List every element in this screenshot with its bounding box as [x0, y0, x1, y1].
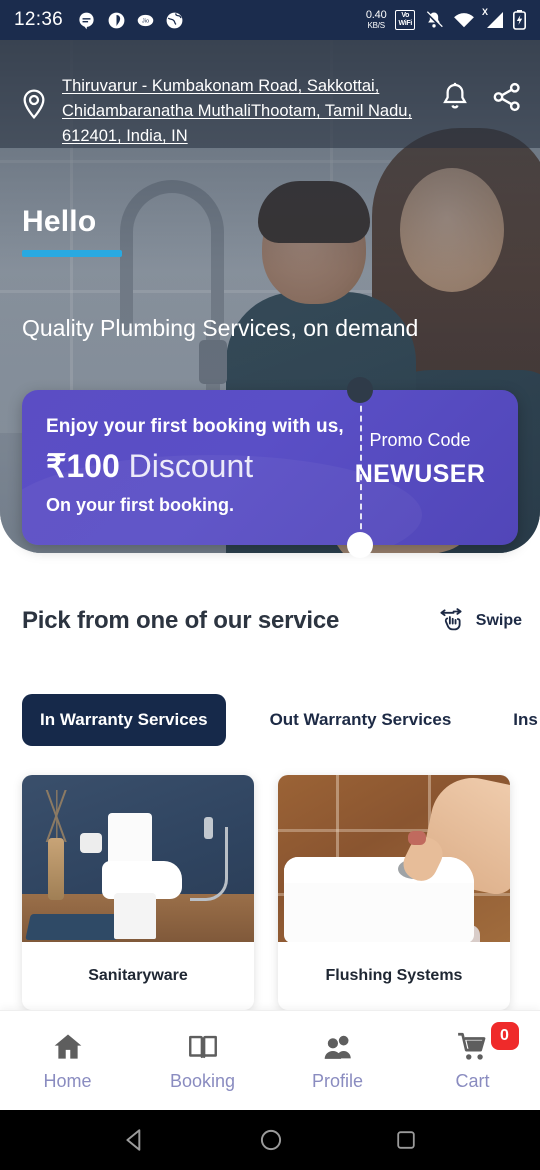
- greeting-block: Hello: [22, 205, 122, 257]
- promo-code-block: Promo Code NEWUSER: [344, 430, 496, 489]
- status-bar-clock: 12:36: [14, 9, 64, 30]
- promo-code-value[interactable]: NEWUSER: [344, 460, 496, 489]
- status-bar-notification-icons: Jio: [77, 11, 184, 30]
- service-card-title: Sanitaryware: [88, 967, 188, 984]
- promo-code-label: Promo Code: [369, 430, 471, 450]
- service-card-sanitaryware[interactable]: Sanitaryware: [22, 775, 254, 1010]
- notifications-muted-icon: [425, 11, 443, 29]
- recents-square-icon[interactable]: [394, 1128, 418, 1152]
- data-speed-value: 0.40: [365, 9, 387, 21]
- tab-installation-services[interactable]: Ins: [495, 694, 540, 746]
- back-triangle-icon[interactable]: [122, 1127, 148, 1153]
- cart-icon: [457, 1032, 485, 1060]
- bell-icon[interactable]: [438, 80, 472, 114]
- share-icon[interactable]: [490, 80, 524, 114]
- nav-item-profile[interactable]: Profile: [270, 1030, 405, 1092]
- wifi-icon: [454, 13, 474, 28]
- home-icon: [54, 1034, 81, 1059]
- location-header: Thiruvarur - Kumbakonam Road, Sakkottai,…: [0, 40, 540, 148]
- promo-amount: ₹100: [46, 448, 120, 484]
- message-icon: [79, 12, 94, 29]
- tab-out-warranty-services[interactable]: Out Warranty Services: [252, 694, 470, 746]
- battery-charging-icon: [513, 10, 526, 30]
- globe-icon: [166, 12, 183, 28]
- book-icon: [188, 1035, 217, 1058]
- bottom-navigation-bar: Home Booking Profile 0 Cart: [0, 1010, 540, 1110]
- svg-text:Jio: Jio: [142, 18, 149, 24]
- flushing-systems-image: [278, 775, 510, 942]
- service-card-title: Flushing Systems: [325, 967, 463, 984]
- service-category-tabs[interactable]: In Warranty Services Out Warranty Servic…: [22, 694, 540, 746]
- home-circle-icon[interactable]: [258, 1127, 284, 1153]
- swipe-hand-icon: [440, 608, 462, 631]
- services-section-header: Pick from one of our service Swipe: [22, 604, 522, 638]
- service-card-flushing-systems[interactable]: Flushing Systems: [278, 775, 510, 1010]
- nav-item-home[interactable]: Home: [0, 1030, 135, 1092]
- hero-tagline: Quality Plumbing Services, on demand: [22, 315, 419, 341]
- status-bar: 12:36 Jio 0.40 KB/S Vo WiFi X: [0, 0, 540, 40]
- jio-icon: Jio: [137, 14, 154, 26]
- greeting-accent-bar: [22, 250, 122, 257]
- cart-count-badge: 0: [490, 1021, 519, 1050]
- vowifi-icon: Vo WiFi: [395, 10, 415, 30]
- nav-label-profile: Profile: [311, 1070, 364, 1091]
- tab-in-warranty-services[interactable]: In Warranty Services: [22, 694, 226, 746]
- nav-label-home: Home: [43, 1070, 92, 1091]
- nav-label-cart: Cart: [455, 1070, 490, 1091]
- data-speed-indicator: 0.40 KB/S: [366, 10, 387, 30]
- nav-item-cart[interactable]: 0 Cart: [405, 1021, 540, 1092]
- promo-amount-suffix: Discount: [119, 448, 254, 484]
- promo-subtext: On your first booking.: [46, 495, 234, 515]
- nav-item-booking[interactable]: Booking: [135, 1030, 270, 1092]
- people-icon: [324, 1035, 351, 1059]
- cellular-signal-icon: X: [482, 7, 504, 29]
- swipe-hint: Swipe: [434, 604, 522, 638]
- status-bar-system-icons: 0.40 KB/S Vo WiFi X: [366, 7, 526, 30]
- service-card-list: Sanitaryware Flushing Systems: [22, 775, 510, 1010]
- promo-amount-row: ₹100 Discount: [46, 449, 346, 483]
- app-screen: 12:36 Jio 0.40 KB/S Vo WiFi X Thiruvarur…: [0, 0, 540, 1170]
- nav-label-booking: Booking: [169, 1070, 236, 1091]
- greeting-text: Hello: [22, 205, 97, 238]
- promo-details: Enjoy your first booking with us, ₹100 D…: [46, 416, 346, 516]
- services-section-title: Pick from one of our service: [22, 607, 340, 634]
- swipe-label: Swipe: [475, 612, 522, 629]
- data-speed-unit: KB/S: [367, 21, 385, 30]
- promo-headline: Enjoy your first booking with us,: [46, 416, 344, 437]
- sanitaryware-image: [22, 775, 254, 942]
- android-navigation-bar: [0, 1110, 540, 1170]
- phonepe-icon: [108, 12, 125, 28]
- location-address[interactable]: Thiruvarur - Kumbakonam Road, Sakkottai,…: [62, 66, 438, 149]
- promo-coupon-card[interactable]: Enjoy your first booking with us, ₹100 D…: [22, 390, 518, 545]
- location-pin-icon: [23, 89, 45, 120]
